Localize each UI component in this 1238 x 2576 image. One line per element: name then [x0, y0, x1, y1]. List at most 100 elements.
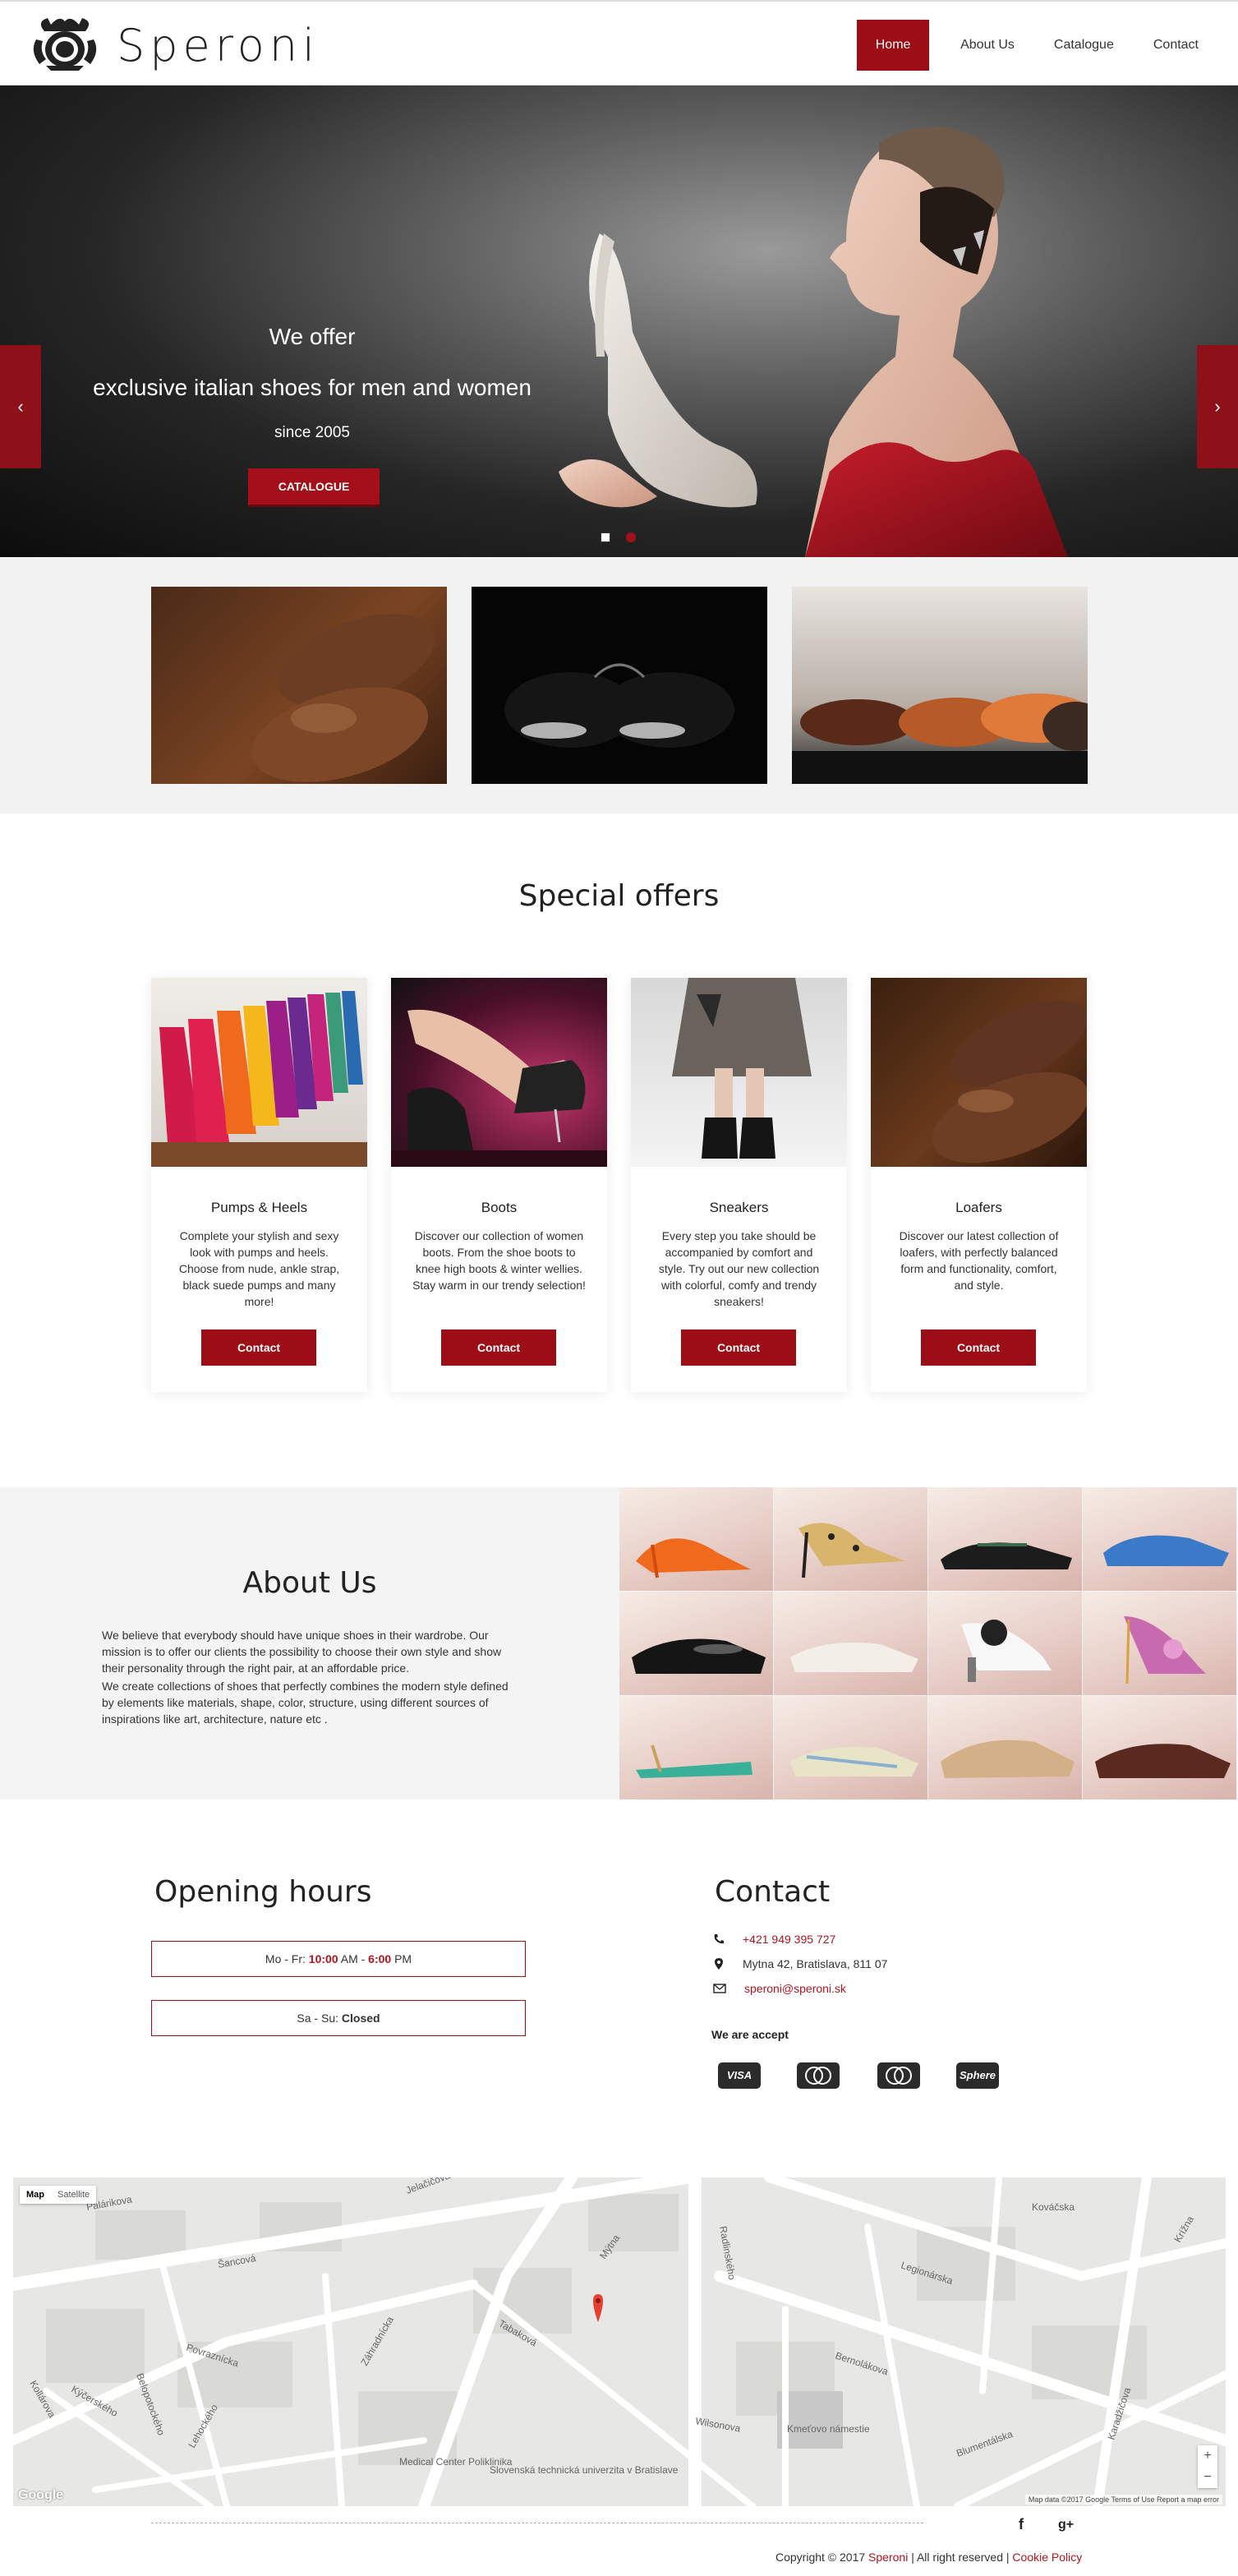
weekend-value: Closed — [341, 2011, 380, 2025]
offer-contact-button[interactable]: Contact — [921, 1329, 1036, 1366]
offer-text: Discover our latest collection of loafer… — [899, 1229, 1059, 1292]
envelope-icon — [713, 1984, 726, 1993]
shoe-thumb[interactable] — [774, 1592, 927, 1695]
site-header: Speroni Home About Us Catalogue Contact — [0, 0, 1238, 85]
opening-hours-title: Opening hours — [154, 1875, 372, 1909]
google-plus-icon[interactable]: g+ — [1058, 2518, 1074, 2532]
hero-line-1: We offer — [269, 324, 356, 349]
about-paragraph-2: We create collections of shoes that perf… — [102, 1680, 509, 1726]
offer-contact-button[interactable]: Contact — [681, 1329, 796, 1366]
offer-contact-button[interactable]: Contact — [201, 1329, 316, 1366]
shoe-thumb[interactable] — [1083, 1696, 1236, 1800]
brand-link[interactable]: Speroni — [868, 2551, 908, 2564]
slider-dot-1[interactable] — [601, 532, 610, 542]
about-paragraph-1: We believe that everybody should have un… — [102, 1629, 502, 1675]
copyright-text: Copyright © 2017 Speroni | All right res… — [775, 2551, 1082, 2564]
offer-card-pumps: Pumps & Heels Complete your stylish and … — [151, 978, 367, 1392]
hero-slider: We offer exclusive italian shoes for men… — [0, 85, 1238, 557]
nav-home[interactable]: Home — [857, 20, 930, 71]
weekend-label: Sa - Su: — [297, 2011, 342, 2025]
satellite-tab[interactable]: Satellite — [51, 2186, 96, 2204]
phone-line: +421 949 395 727 — [713, 1933, 835, 1946]
contact-title: Contact — [715, 1875, 831, 1909]
google-logo[interactable]: Google — [18, 2488, 63, 2503]
cookie-policy-link[interactable]: Cookie Policy — [1012, 2551, 1082, 2564]
shoe-thumb[interactable] — [928, 1696, 1082, 1800]
shoe-thumb[interactable] — [1083, 1487, 1236, 1591]
offer-card-boots: Boots Discover our collection of women b… — [391, 978, 607, 1392]
zoom-in-button[interactable]: + — [1198, 2445, 1217, 2467]
pumps-image — [151, 978, 367, 1167]
shoe-thumb[interactable] — [774, 1696, 927, 1800]
map-tab[interactable]: Map — [20, 2186, 51, 2204]
shoe-thumb[interactable] — [774, 1487, 927, 1591]
slider-next-button[interactable]: › — [1197, 345, 1238, 468]
map-street-label: Slovenská technická univerzita v Bratisl… — [490, 2464, 679, 2476]
email-line: speroni@speroni.sk — [713, 1982, 846, 1995]
offer-title: Sneakers — [709, 1200, 769, 1215]
shoe-thumb[interactable] — [1083, 1592, 1236, 1695]
offer-title: Boots — [481, 1200, 518, 1215]
shoe-thumb[interactable] — [928, 1592, 1082, 1695]
hero-line-2: exclusive italian shoes for men and wome… — [93, 375, 532, 400]
black-shoes-image — [472, 587, 767, 784]
slider-prev-button[interactable]: ‹ — [0, 345, 41, 468]
offer-text: Complete your stylish and sexy look with… — [178, 1229, 340, 1308]
map-type-control: Map Satellite — [20, 2186, 97, 2204]
facebook-icon[interactable]: f — [1019, 2516, 1024, 2533]
shoe-thumb[interactable] — [619, 1592, 773, 1695]
main-nav: Home About Us Catalogue Contact — [857, 20, 1238, 71]
phone-link[interactable]: +421 949 395 727 — [743, 1933, 835, 1946]
shoe-thumb[interactable] — [928, 1487, 1082, 1591]
hero-image — [559, 127, 1068, 557]
sphere-card-icon: Sphere — [956, 2062, 999, 2089]
map-credits[interactable]: Map data ©2017 Google Terms of Use Repor… — [1024, 2495, 1222, 2505]
weekday-mid: AM - — [338, 1952, 369, 1965]
shoe-thumb[interactable] — [619, 1487, 773, 1591]
visa-card-icon: VISA — [718, 2062, 761, 2089]
sneakers-image — [631, 978, 847, 1167]
weekday-close-time: 6:00 — [368, 1952, 392, 1965]
weekend-hours: Sa - Su: Closed — [151, 2000, 526, 2036]
catalogue-button[interactable]: CATALOGUE — [248, 468, 380, 505]
boots-image — [391, 978, 607, 1167]
zoom-out-button[interactable]: − — [1198, 2467, 1217, 2488]
weekday-end: PM — [391, 1952, 412, 1965]
copyright-prefix: Copyright © 2017 — [775, 2551, 869, 2564]
offer-contact-button[interactable]: Contact — [441, 1329, 556, 1366]
nav-catalogue[interactable]: Catalogue — [1034, 20, 1134, 71]
offer-card-sneakers: Sneakers Every step you take should be a… — [631, 978, 847, 1392]
map-zoom-control: + − — [1198, 2445, 1217, 2488]
slider-dot-2[interactable] — [626, 532, 636, 542]
map-street-label: Kováčska — [1032, 2201, 1075, 2213]
brand-name[interactable]: Speroni — [117, 20, 320, 71]
google-map[interactable]: Palárikova Šancová Mýtna Legionárska Rad… — [13, 2177, 1226, 2506]
email-link[interactable]: speroni@speroni.sk — [744, 1982, 846, 1995]
special-offers-title: Special offers — [518, 879, 720, 913]
location-pin-icon — [715, 1958, 723, 1970]
mastercard-icon — [797, 2062, 840, 2089]
copyright-mid: | All right reserved | — [908, 2551, 1013, 2564]
shoes-shelf-image — [792, 587, 1088, 784]
weekday-label: Mo - Fr: — [265, 1952, 309, 1965]
offer-title: Pumps & Heels — [210, 1200, 308, 1215]
offer-text: Discover our collection of women boots. … — [412, 1229, 586, 1292]
about-title: About Us — [242, 1566, 377, 1600]
weekday-open-time: 10:00 — [308, 1952, 338, 1965]
offer-text: Every step you take should be accompanie… — [658, 1229, 820, 1308]
brogues-image-1 — [151, 587, 447, 784]
weekday-hours: Mo - Fr: 10:00 AM - 6:00 PM — [151, 1941, 526, 1977]
we-accept-label: We are accept — [711, 2028, 789, 2041]
nav-about-us[interactable]: About Us — [941, 20, 1034, 71]
address-line: Mytna 42, Bratislava, 811 07 — [713, 1957, 887, 1970]
maestro-card-icon — [877, 2062, 920, 2089]
map-canvas[interactable]: Palárikova Šancová Mýtna Legionárska Rad… — [13, 2177, 1226, 2506]
loafers-image — [871, 978, 1087, 1167]
crest-logo-icon[interactable] — [28, 15, 102, 72]
nav-contact[interactable]: Contact — [1134, 20, 1218, 71]
shoe-thumb[interactable] — [619, 1696, 773, 1800]
map-street-label: Kmeťovo námestie — [787, 2423, 870, 2435]
offer-card-loafers: Loafers Discover our latest collection o… — [871, 978, 1087, 1392]
offer-title: Loafers — [955, 1200, 1002, 1215]
hero-line-3: since 2005 — [274, 424, 350, 441]
